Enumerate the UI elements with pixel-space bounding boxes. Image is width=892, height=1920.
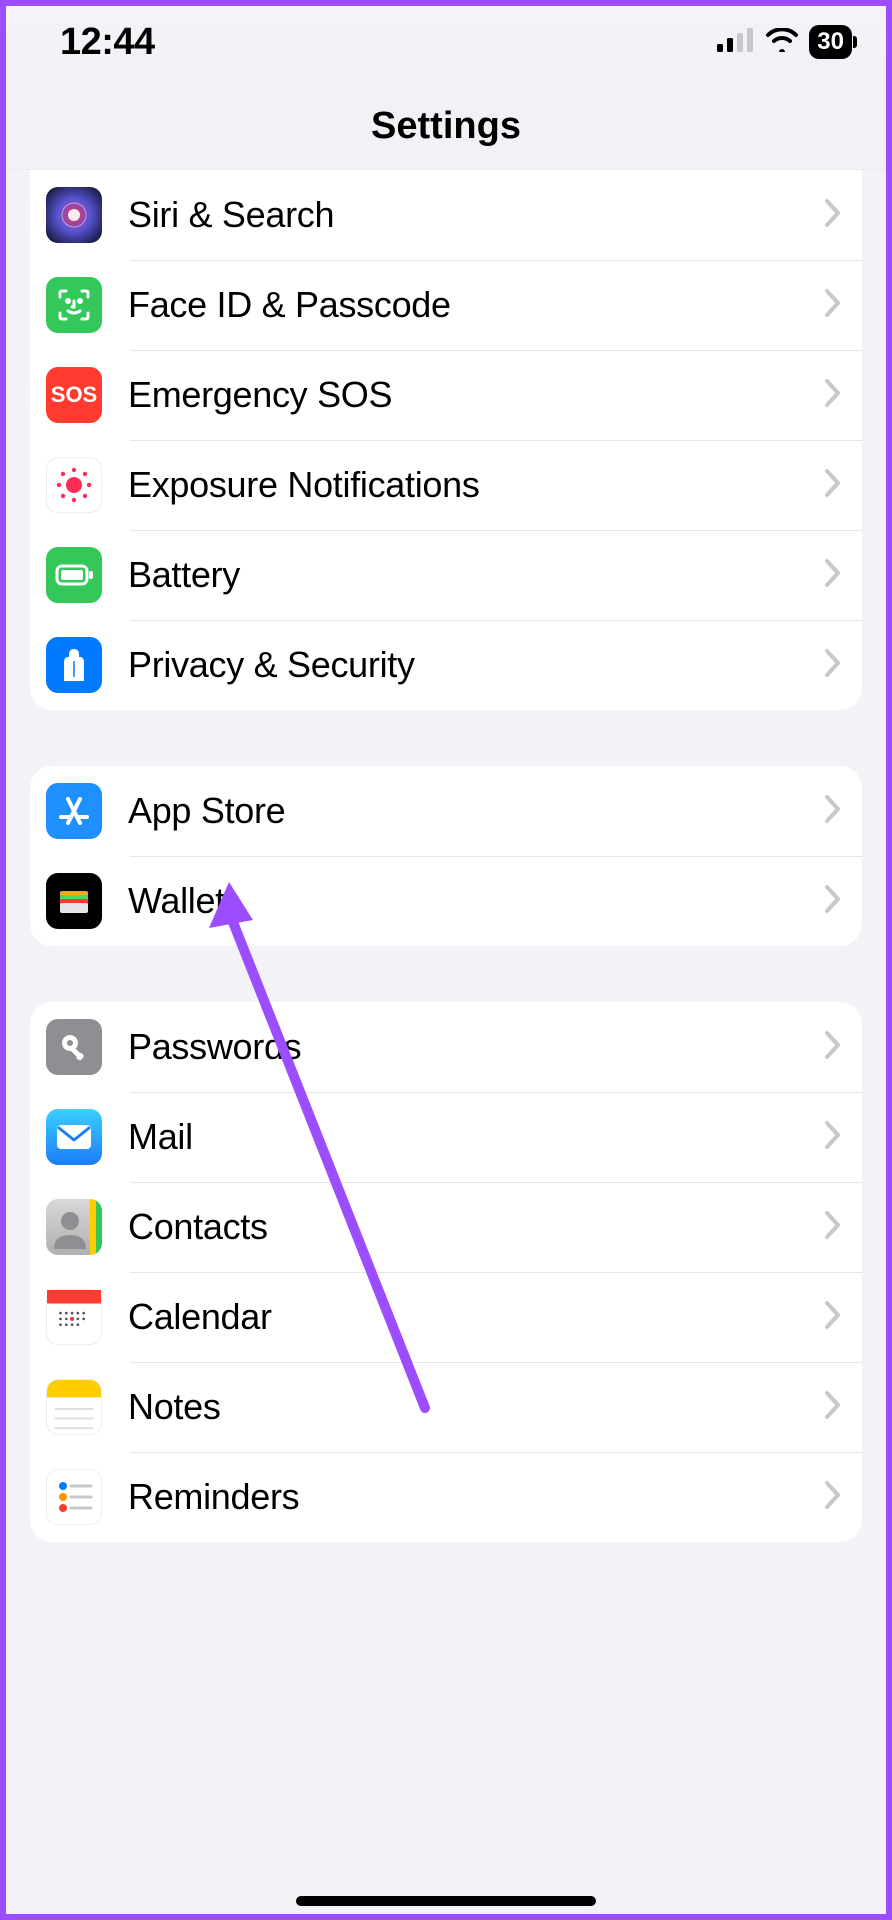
page-title: Settings xyxy=(371,105,521,148)
battery-icon: 30 xyxy=(809,25,852,59)
row-label: Mail xyxy=(128,1116,824,1158)
exposure-icon xyxy=(46,457,102,513)
status-indicators: 30 xyxy=(717,25,852,59)
chevron-right-icon xyxy=(824,288,842,323)
mail-icon xyxy=(46,1109,102,1165)
row-label: Reminders xyxy=(128,1476,824,1518)
settings-row-sos[interactable]: SOS Emergency SOS xyxy=(30,350,862,440)
row-label: Face ID & Passcode xyxy=(128,284,824,326)
chevron-right-icon xyxy=(824,884,842,919)
row-label: Notes xyxy=(128,1386,824,1428)
row-label: App Store xyxy=(128,790,824,832)
chevron-right-icon xyxy=(824,1210,842,1245)
settings-row-exposure[interactable]: Exposure Notifications xyxy=(30,440,862,530)
nav-header: Settings xyxy=(0,84,892,170)
row-label: Wallet xyxy=(128,880,824,922)
chevron-right-icon xyxy=(824,794,842,829)
row-label: Emergency SOS xyxy=(128,374,824,416)
contacts-icon xyxy=(46,1199,102,1255)
settings-group: Siri & Search Face ID & Passcode xyxy=(30,170,862,710)
status-bar: 12:44 30 xyxy=(0,0,892,84)
battery-percentage: 30 xyxy=(817,28,844,56)
settings-row-contacts[interactable]: Contacts xyxy=(30,1182,862,1272)
settings-group: Passwords Mail xyxy=(30,1002,862,1542)
chevron-right-icon xyxy=(824,1300,842,1335)
home-indicator[interactable] xyxy=(296,1896,596,1906)
settings-row-reminders[interactable]: Reminders xyxy=(30,1452,862,1542)
settings-row-notes[interactable]: Notes xyxy=(30,1362,862,1452)
chevron-right-icon xyxy=(824,1390,842,1425)
row-label: Privacy & Security xyxy=(128,644,824,686)
passwords-icon xyxy=(46,1019,102,1075)
row-label: Siri & Search xyxy=(128,194,824,236)
row-label: Passwords xyxy=(128,1026,824,1068)
settings-list[interactable]: Siri & Search Face ID & Passcode xyxy=(0,170,892,1920)
settings-row-battery[interactable]: Battery xyxy=(30,530,862,620)
settings-row-siri[interactable]: Siri & Search xyxy=(30,170,862,260)
wallet-icon xyxy=(46,873,102,929)
chevron-right-icon xyxy=(824,468,842,503)
calendar-icon xyxy=(46,1289,102,1345)
chevron-right-icon xyxy=(824,1480,842,1515)
notes-icon xyxy=(46,1379,102,1435)
row-label: Contacts xyxy=(128,1206,824,1248)
settings-row-passwords[interactable]: Passwords xyxy=(30,1002,862,1092)
faceid-icon xyxy=(46,277,102,333)
appstore-icon xyxy=(46,783,102,839)
siri-icon xyxy=(46,187,102,243)
settings-row-appstore[interactable]: App Store xyxy=(30,766,862,856)
chevron-right-icon xyxy=(824,648,842,683)
settings-row-wallet[interactable]: Wallet xyxy=(30,856,862,946)
chevron-right-icon xyxy=(824,378,842,413)
row-label: Exposure Notifications xyxy=(128,464,824,506)
cellular-icon xyxy=(717,28,755,57)
privacy-icon xyxy=(46,637,102,693)
status-time: 12:44 xyxy=(60,21,155,64)
chevron-right-icon xyxy=(824,198,842,233)
chevron-right-icon xyxy=(824,558,842,593)
settings-row-mail[interactable]: Mail xyxy=(30,1092,862,1182)
sos-icon: SOS xyxy=(46,367,102,423)
chevron-right-icon xyxy=(824,1120,842,1155)
settings-group: App Store Wallet xyxy=(30,766,862,946)
settings-row-calendar[interactable]: Calendar xyxy=(30,1272,862,1362)
settings-row-privacy[interactable]: Privacy & Security xyxy=(30,620,862,710)
row-label: Calendar xyxy=(128,1296,824,1338)
battery-icon xyxy=(46,547,102,603)
settings-row-faceid[interactable]: Face ID & Passcode xyxy=(30,260,862,350)
row-label: Battery xyxy=(128,554,824,596)
wifi-icon xyxy=(765,28,799,57)
reminders-icon xyxy=(46,1469,102,1525)
chevron-right-icon xyxy=(824,1030,842,1065)
